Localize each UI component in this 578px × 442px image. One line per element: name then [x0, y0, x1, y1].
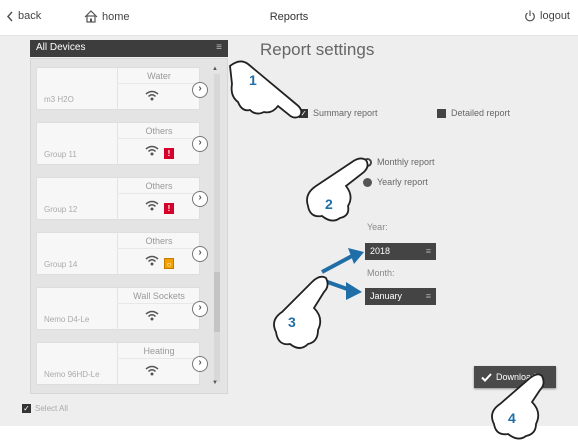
warning-badge-icon: ○ — [164, 258, 174, 269]
scroll-track — [214, 74, 220, 382]
month-dropdown[interactable]: January ≡ — [365, 288, 436, 305]
logout-label: logout — [540, 10, 570, 22]
monthly-report-radio[interactable]: Monthly report — [363, 157, 435, 167]
chevron-right-icon[interactable]: › — [192, 82, 208, 98]
wifi-icon — [145, 255, 159, 266]
month-label: Month: — [367, 268, 395, 278]
wifi-icon — [145, 310, 159, 321]
device-category: Others — [117, 236, 201, 249]
logout-button[interactable]: logout — [524, 10, 570, 22]
detailed-report-label: Detailed report — [451, 108, 511, 118]
yearly-report-label: Yearly report — [377, 177, 428, 187]
callout-number-3: 3 — [288, 314, 296, 330]
scroll-down-arrow-icon[interactable]: ▼ — [212, 380, 218, 386]
device-name: Group 12 — [44, 205, 78, 214]
top-bar: back home Reports logout — [0, 0, 578, 36]
device-name: Group 14 — [44, 260, 78, 269]
select-all-checkbox[interactable]: ✓ Select All — [22, 404, 68, 413]
scroll-up-arrow-icon[interactable]: ▲ — [212, 66, 218, 72]
pointing-hand-icon — [273, 275, 329, 349]
device-card[interactable]: Others Group 11 ! — [36, 122, 201, 166]
checkbox-square-icon — [437, 108, 446, 118]
device-category: Water — [117, 71, 201, 84]
year-value: 2018 — [370, 246, 391, 256]
device-name: Group 11 — [44, 150, 77, 159]
page-title: Reports — [269, 11, 309, 23]
yearly-report-radio[interactable]: Yearly report — [363, 177, 428, 187]
callout-number-4: 4 — [508, 410, 516, 426]
wifi-icon — [145, 200, 159, 211]
device-category: Others — [117, 181, 201, 194]
year-dropdown[interactable]: 2018 ≡ — [365, 243, 436, 260]
device-list-scrollbar[interactable]: ▲ ▼ — [212, 66, 222, 390]
pointing-hand-icon — [306, 157, 369, 222]
chevron-right-icon[interactable]: › — [192, 301, 208, 317]
wifi-icon — [145, 145, 159, 156]
menu-icon: ≡ — [425, 246, 431, 256]
callout-number-1: 1 — [249, 72, 257, 88]
alert-badge-icon: ! — [164, 148, 174, 159]
device-name: Nemo 96HD-Le — [44, 370, 100, 379]
device-filter-label: All Devices — [36, 42, 86, 53]
device-category: Others — [117, 126, 201, 139]
power-icon — [525, 10, 535, 22]
device-card[interactable]: Wall Sockets Nemo D4-Le — [36, 287, 201, 331]
device-category: Heating — [117, 346, 201, 359]
device-name: Nemo D4-Le — [44, 315, 90, 324]
device-card[interactable]: Others Group 14 ○ — [36, 232, 201, 276]
chevron-right-icon[interactable]: › — [192, 136, 208, 152]
wifi-icon — [145, 365, 159, 376]
menu-icon: ≡ — [425, 291, 431, 301]
chevron-right-icon[interactable]: › — [192, 191, 208, 207]
alert-badge-icon: ! — [164, 203, 174, 214]
chevron-right-icon[interactable]: › — [192, 246, 208, 262]
checkmark-icon: ✓ — [22, 404, 31, 413]
menu-icon: ≡ — [216, 42, 222, 53]
pointing-hand-icon — [491, 373, 545, 440]
device-card[interactable]: Heating Nemo 96HD-Le — [36, 342, 201, 386]
chevron-right-icon[interactable]: › — [192, 356, 208, 372]
callout-number-2: 2 — [325, 196, 333, 212]
monthly-report-label: Monthly report — [377, 157, 435, 167]
device-card[interactable]: Water m3 H2O — [36, 67, 201, 111]
device-name: m3 H2O — [44, 95, 74, 104]
wifi-icon — [145, 90, 159, 101]
select-all-label: Select All — [35, 404, 68, 413]
summary-report-label: Summary report — [313, 108, 378, 118]
device-card[interactable]: Others Group 12 ! — [36, 177, 201, 221]
device-category: Wall Sockets — [117, 291, 201, 304]
device-filter-dropdown[interactable]: All Devices ≡ — [30, 40, 228, 57]
month-value: January — [370, 291, 403, 301]
pointing-hand-icon — [229, 60, 303, 119]
detailed-report-checkbox[interactable]: Detailed report — [437, 108, 510, 118]
scroll-thumb[interactable] — [214, 272, 220, 332]
